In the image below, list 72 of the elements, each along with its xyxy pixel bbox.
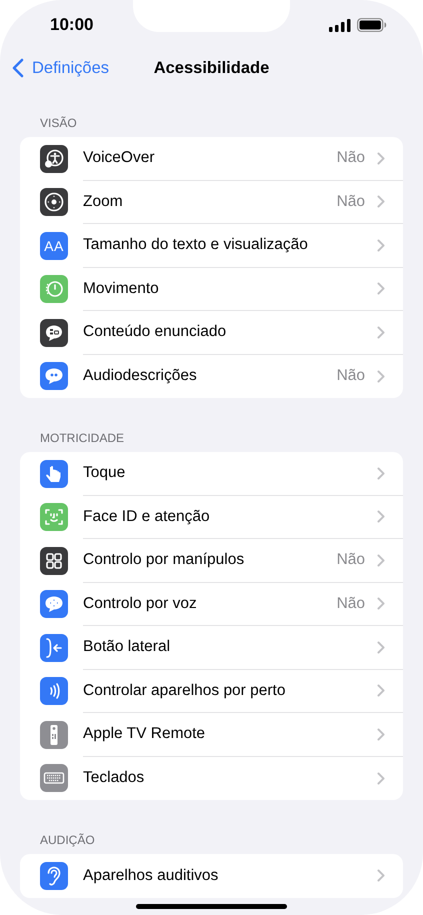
side-button-icon xyxy=(40,634,68,662)
row-label: Apple TV Remote xyxy=(83,725,206,744)
chevron-icon xyxy=(377,772,385,785)
chevron-icon xyxy=(377,152,385,165)
chevron-icon xyxy=(377,597,385,610)
settings-row[interactable]: Controlo por voz Não xyxy=(20,582,403,626)
row-label: Controlo por voz xyxy=(83,594,198,613)
signal-waves-icon xyxy=(40,677,68,706)
face-frame-icon xyxy=(40,503,68,532)
chevron-icon xyxy=(377,282,385,296)
battery-icon xyxy=(357,18,387,32)
row-value: Não xyxy=(336,149,365,168)
keyboard-icon xyxy=(40,764,68,792)
row-label: Tamanho do texto e visualização xyxy=(83,236,309,254)
section-header: MOTRICIDADE xyxy=(39,430,125,447)
chevron-icon xyxy=(377,195,385,208)
row-label: Botão lateral xyxy=(83,638,172,656)
chevron-icon xyxy=(377,466,385,480)
settings-row[interactable]: Toque xyxy=(20,452,403,496)
speech-bubble-icon xyxy=(40,318,68,347)
back-chevron-icon xyxy=(12,58,24,78)
quote-bubble-icon xyxy=(40,362,68,390)
settings-row[interactable]: Controlar aparelhos por perto xyxy=(20,670,403,713)
row-label: Aparelhos auditivos xyxy=(83,866,220,885)
chevron-icon xyxy=(377,640,385,654)
accessibility-person-icon xyxy=(40,144,68,173)
row-label: Zoom xyxy=(83,192,124,211)
text-size-icon: AA xyxy=(40,232,68,260)
settings-row[interactable]: Zoom Não xyxy=(20,180,403,224)
section-header: AUDIÇÃO xyxy=(39,832,96,849)
remote-control-icon xyxy=(40,720,68,749)
settings-row[interactable]: Teclados xyxy=(20,756,403,800)
row-label: Toque xyxy=(83,464,126,482)
page-title: Acessibilidade xyxy=(154,58,270,78)
settings-row[interactable]: VoiceOver Não xyxy=(20,137,403,180)
ear-icon xyxy=(40,862,68,890)
settings-row[interactable]: Movimento xyxy=(20,268,403,311)
chevron-icon xyxy=(377,684,385,698)
row-label: Conteúdo enunciado xyxy=(83,323,228,342)
signal-icon xyxy=(329,18,351,32)
row-value: Não xyxy=(336,367,365,386)
settings-row[interactable]: Aparelhos auditivos xyxy=(20,854,403,898)
settings-row[interactable]: Face ID e atenção xyxy=(20,496,403,539)
hand-pointer-icon xyxy=(40,460,68,488)
row-label: Movimento xyxy=(83,280,160,298)
settings-row[interactable]: Conteúdo enunciado xyxy=(20,311,403,354)
section-header: VISÃO xyxy=(39,115,78,132)
four-squares-icon xyxy=(40,546,68,575)
voice-bubble-icon xyxy=(40,590,68,618)
chevron-icon xyxy=(377,370,385,383)
settings-row[interactable]: Controlo por manípulos Não xyxy=(20,539,403,582)
row-label: Controlar aparelhos por perto xyxy=(83,682,286,700)
chevron-icon xyxy=(377,510,385,524)
row-value: Não xyxy=(336,594,365,613)
settings-row[interactable]: AA Tamanho do texto e visualização xyxy=(20,224,403,268)
row-label: Audiodescrições xyxy=(83,367,198,386)
row-value: Não xyxy=(336,551,365,570)
row-value: Não xyxy=(336,192,365,211)
row-label: VoiceOver xyxy=(83,149,156,168)
settings-row[interactable]: Botão lateral xyxy=(20,626,403,670)
chevron-icon xyxy=(377,326,385,339)
chevron-icon xyxy=(377,238,385,252)
row-label: Face ID e atenção xyxy=(83,508,211,526)
back-link[interactable]: Definições xyxy=(12,50,110,86)
row-label: Controlo por manípulos xyxy=(83,551,246,570)
settings-row[interactable]: Audiodescrições Não xyxy=(20,354,403,398)
status-time: 10:00 xyxy=(50,15,94,35)
settings-row[interactable]: Apple TV Remote xyxy=(20,713,403,756)
chevron-icon xyxy=(377,869,385,882)
chevron-icon xyxy=(377,554,385,567)
chevron-icon xyxy=(377,728,385,741)
row-label: Teclados xyxy=(83,769,146,788)
